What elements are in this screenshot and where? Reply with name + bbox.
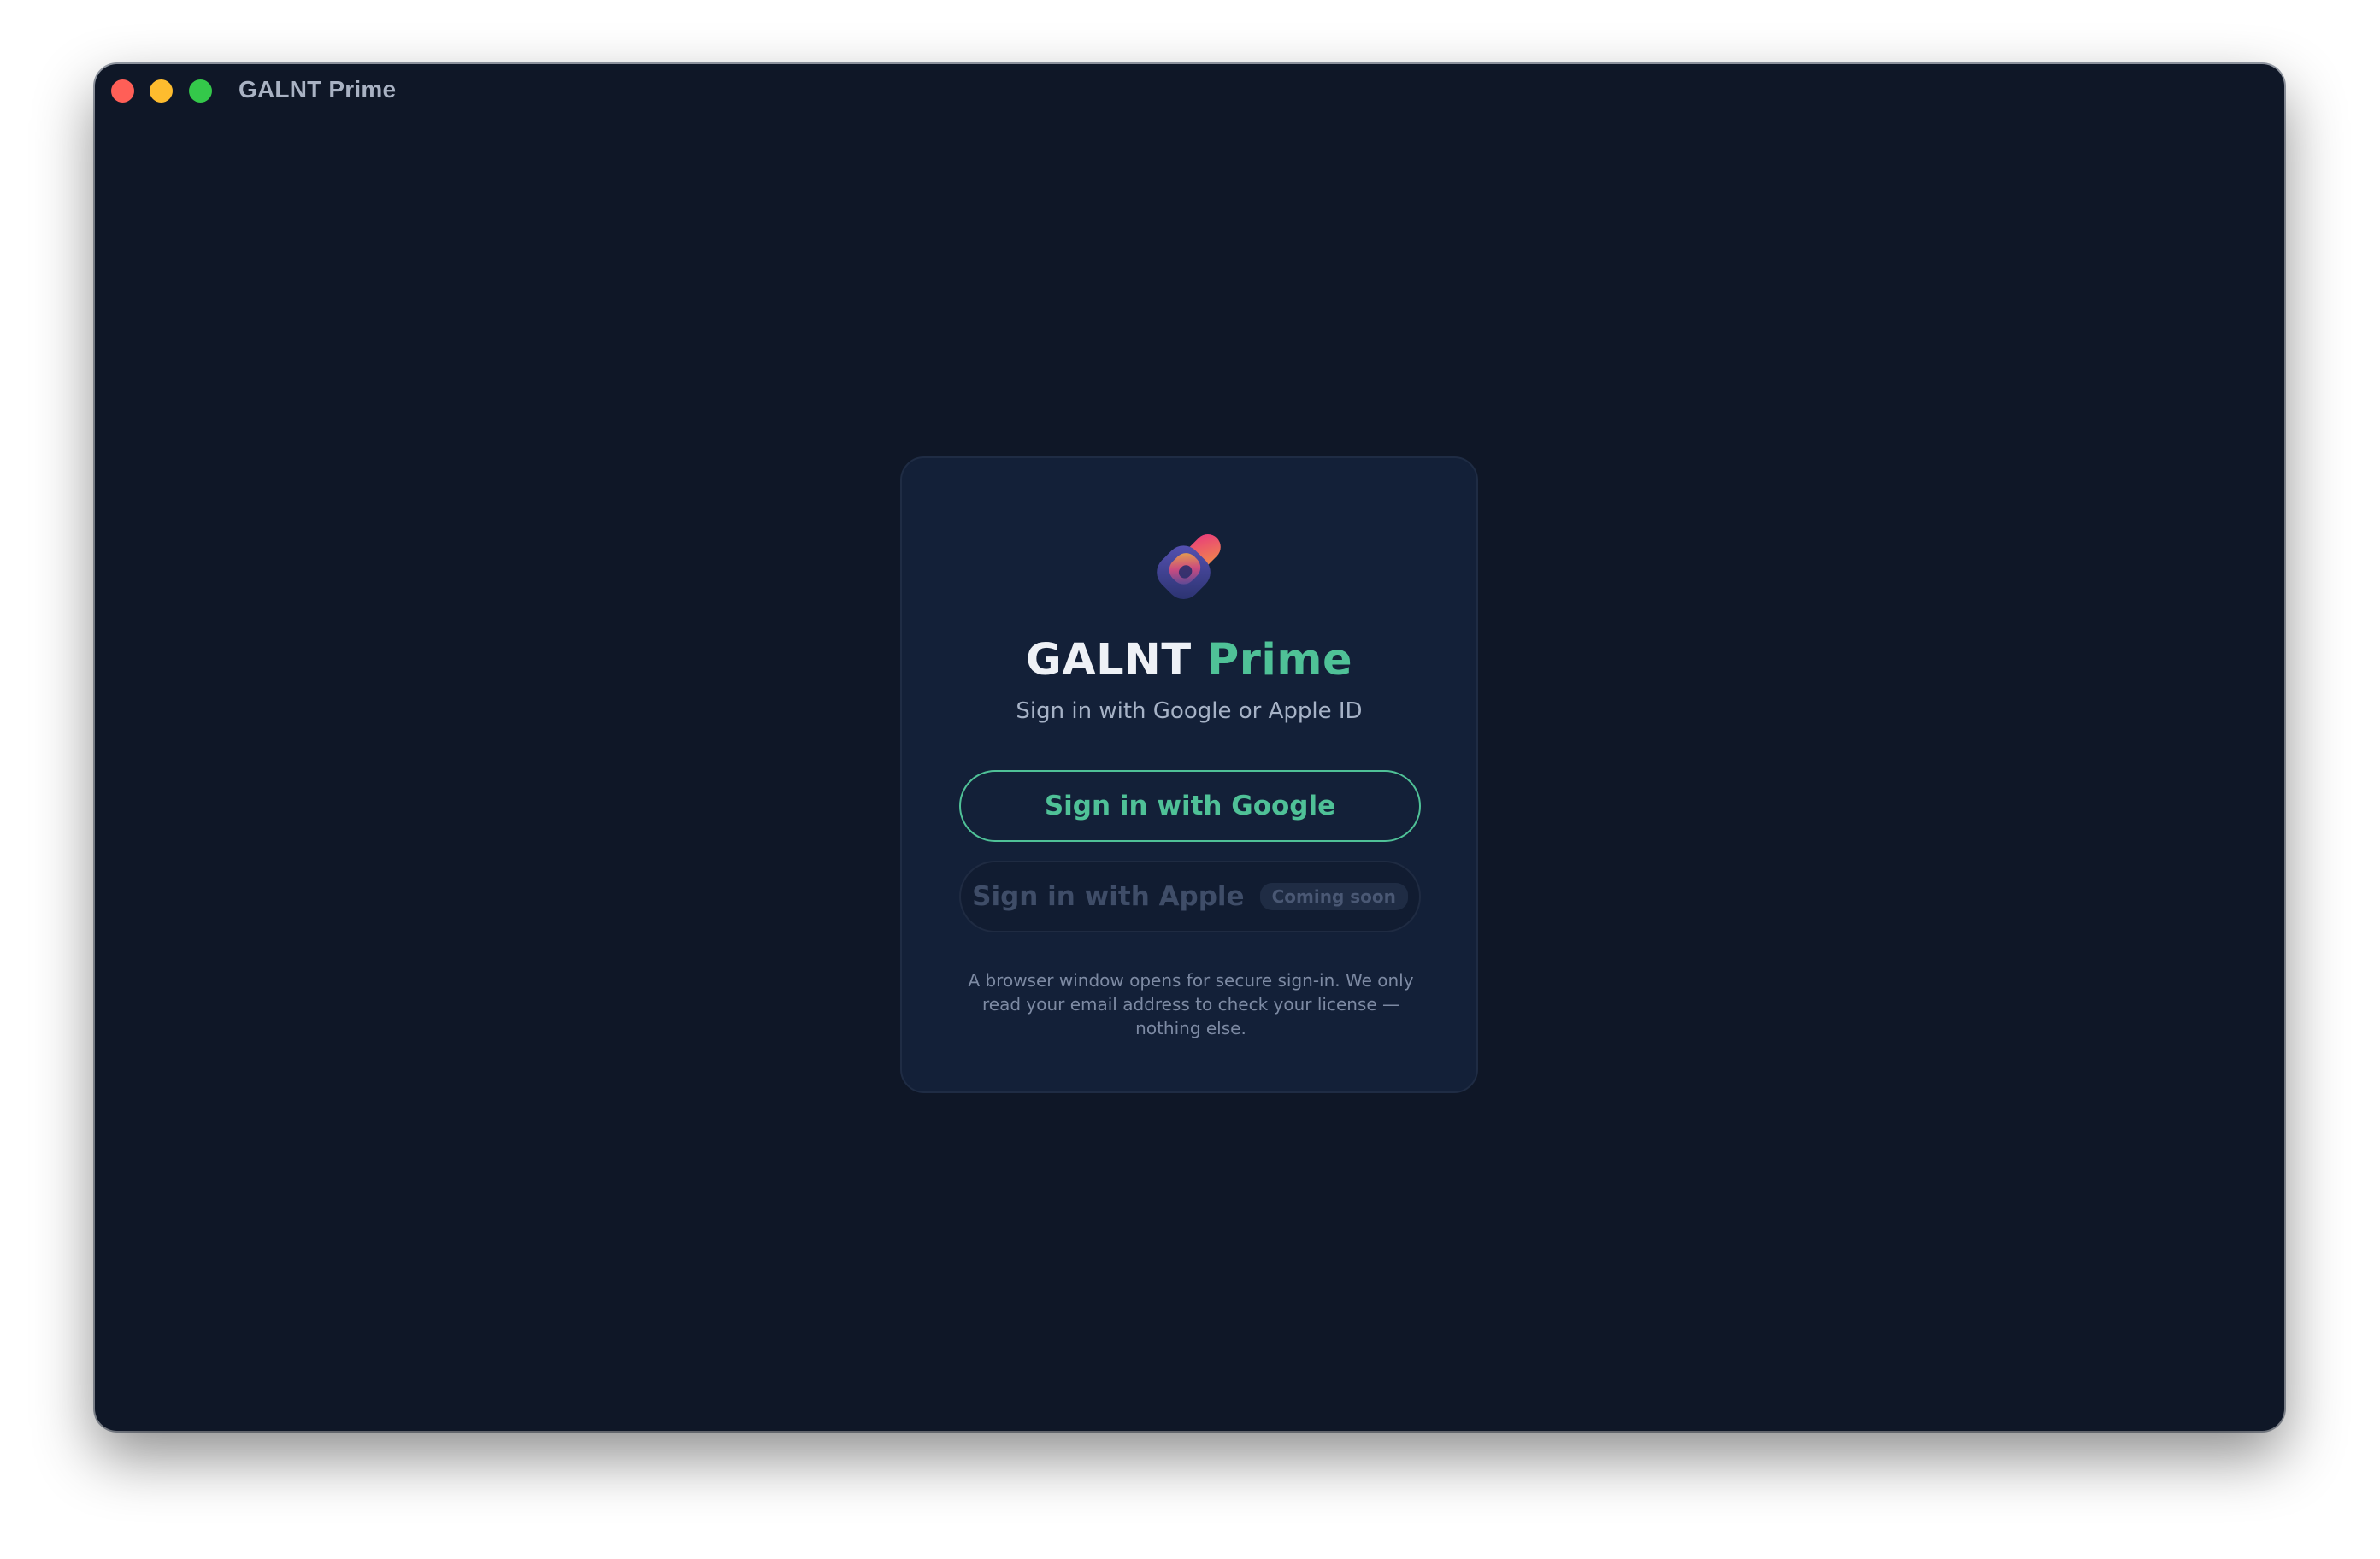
app-window: GALNT Prime GALNT Prime Sign in with Goo… bbox=[95, 64, 2284, 1431]
window-title: GALNT Prime bbox=[239, 76, 397, 103]
signin-footnote: A browser window opens for secure sign-i… bbox=[968, 970, 1414, 1038]
sign-in-google-label: Sign in with Google bbox=[1044, 791, 1336, 821]
brand-edition: Prime bbox=[1206, 635, 1353, 685]
sign-in-apple-label: Sign in with Apple bbox=[972, 881, 1245, 912]
app-brand-title: GALNT Prime bbox=[902, 635, 1476, 685]
sign-in-google-button[interactable]: Sign in with Google bbox=[959, 770, 1421, 842]
galnt-prime-logo bbox=[1157, 533, 1221, 599]
sign-in-apple-button: Sign in with Apple Coming soon bbox=[959, 861, 1421, 932]
close-window-icon[interactable] bbox=[111, 79, 134, 103]
minimize-window-icon[interactable] bbox=[150, 79, 173, 103]
maximize-window-icon[interactable] bbox=[189, 79, 212, 103]
brand-name: GALNT bbox=[1025, 635, 1192, 685]
coming-soon-badge: Coming soon bbox=[1259, 883, 1408, 910]
signin-subtitle: Sign in with Google or Apple ID bbox=[1016, 698, 1363, 724]
title-bar: GALNT Prime bbox=[95, 64, 2284, 117]
signin-card: GALNT Prime Sign in with Google or Apple… bbox=[900, 456, 1478, 1093]
